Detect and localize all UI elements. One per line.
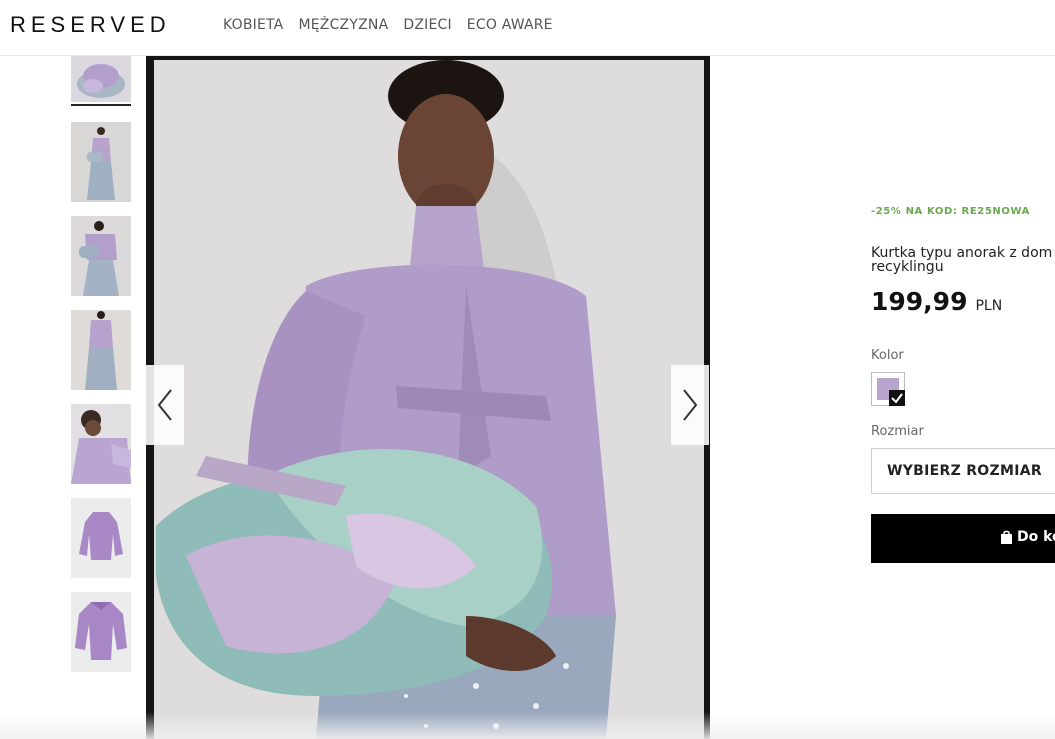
size-select-placeholder: WYBIERZ ROZMIAR	[887, 463, 1042, 479]
thumbnail-1[interactable]	[71, 56, 131, 102]
nav-kobieta[interactable]: KOBIETA	[223, 17, 283, 33]
main-product-image	[146, 56, 710, 739]
thumbnail-4[interactable]	[71, 310, 131, 390]
nav-mezczyzna[interactable]: MĘŻCZYZNA	[298, 17, 388, 33]
size-select[interactable]: WYBIERZ ROZMIAR	[871, 448, 1055, 494]
size-label: Rozmiar	[871, 424, 924, 439]
thumbnail-3[interactable]	[71, 216, 131, 296]
checkmark-icon	[889, 390, 905, 406]
gallery-next-button[interactable]	[671, 365, 709, 445]
shopping-bag-icon	[1001, 530, 1012, 544]
chevron-left-icon	[157, 389, 172, 421]
price-value: 199,99	[871, 287, 968, 316]
thumbnail-2[interactable]	[71, 122, 131, 202]
site-header: RESERVED KOBIETA MĘŻCZYZNA DZIECI ECO AW…	[0, 0, 1055, 56]
thumbnail-active-indicator	[71, 104, 131, 106]
price-currency: PLN	[975, 298, 1003, 314]
product-title: Kurtka typu anorak z dom recyklingu	[871, 246, 1055, 274]
product-title-line-2: recyklingu	[871, 259, 944, 274]
product-title-line-1: Kurtka typu anorak z dom	[871, 246, 1053, 261]
color-swatch-lavender[interactable]	[871, 372, 905, 406]
reserved-logo[interactable]: RESERVED	[10, 12, 171, 38]
thumbnail-5[interactable]	[71, 404, 131, 484]
add-to-cart-label: Do ko	[1017, 529, 1055, 545]
nav-dzieci[interactable]: DZIECI	[403, 17, 451, 33]
main-nav: KOBIETA MĘŻCZYZNA DZIECI ECO AWARE	[223, 17, 553, 33]
gallery-prev-button[interactable]	[146, 365, 184, 445]
nav-eco-aware[interactable]: ECO AWARE	[467, 17, 553, 33]
thumbnail-7[interactable]	[71, 592, 131, 672]
product-price: 199,99 PLN	[871, 287, 1002, 316]
add-to-cart-button[interactable]: Do ko	[871, 514, 1055, 563]
color-label: Kolor	[871, 348, 904, 363]
thumbnail-6[interactable]	[71, 498, 131, 578]
promo-code-text: -25% NA KOD: RE25NOWA	[871, 206, 1030, 217]
chevron-right-icon	[683, 389, 698, 421]
